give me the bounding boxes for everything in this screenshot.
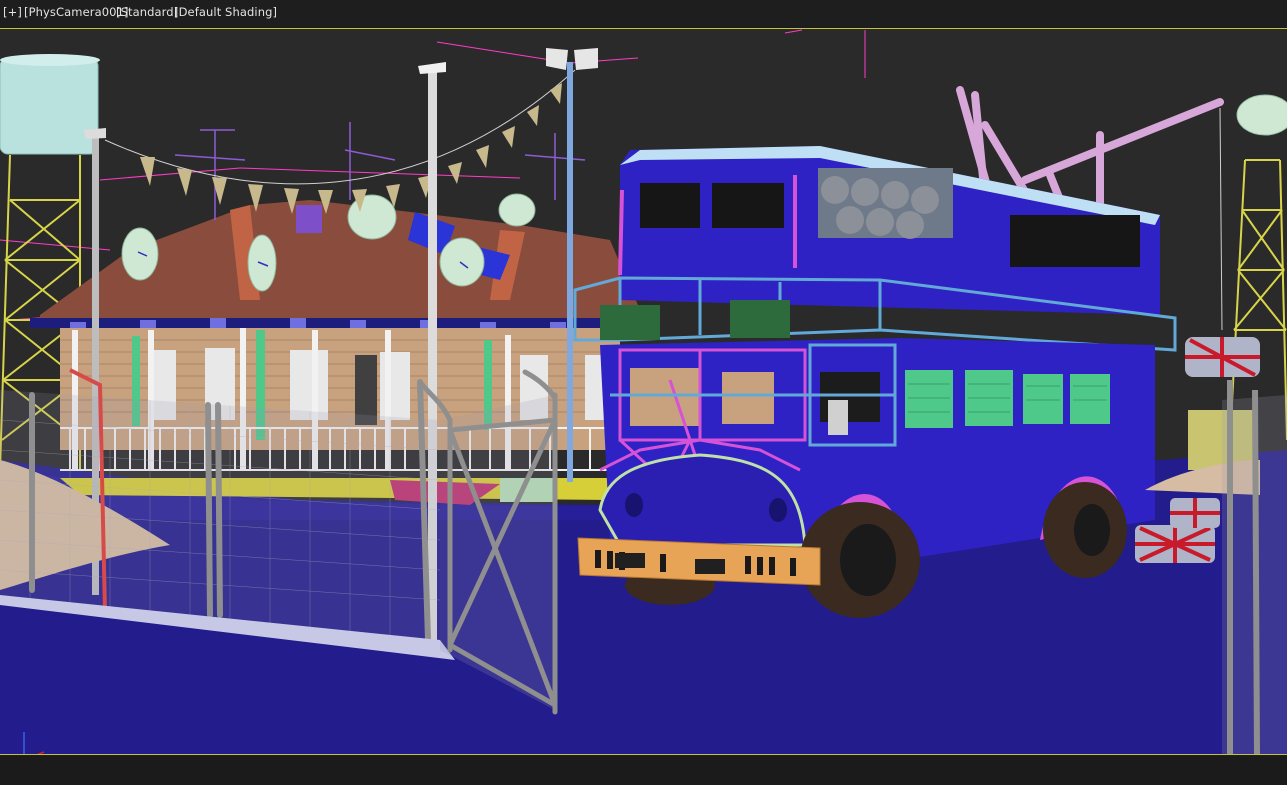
viewport-label-bar: [+] [PhysCamera001] [Standard] [Default …: [0, 0, 1287, 26]
viewport-bottom-band: [0, 756, 1287, 785]
viewport-3d[interactable]: [+] [PhysCamera001] [Standard] [Default …: [0, 0, 1287, 785]
active-viewport-border: [0, 28, 1287, 755]
viewport-menu-button[interactable]: [+]: [3, 5, 22, 21]
standard-menu[interactable]: [Standard]: [116, 5, 178, 21]
point-of-view-menu[interactable]: [PhysCamera001]: [24, 5, 129, 21]
shading-menu[interactable]: [Default Shading]: [174, 5, 277, 21]
